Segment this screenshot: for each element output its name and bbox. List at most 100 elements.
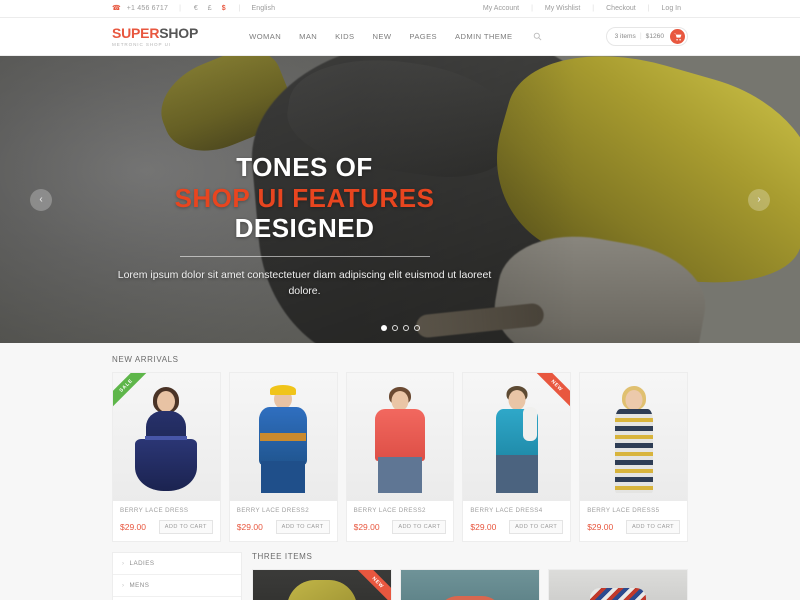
product-image[interactable] [549, 570, 687, 600]
bottom-section: › LADIES › MENS THREE ITEMS NEW [112, 542, 688, 600]
divider: | [179, 5, 181, 12]
cart-total: $1260 [645, 33, 664, 40]
carousel-dot-2[interactable] [391, 325, 398, 331]
product-name: BERRY LACE DRESS4 [470, 507, 543, 514]
hero-headline-line3: DESIGNED [234, 213, 375, 244]
logo-super: SUPER [112, 25, 160, 41]
divider: | [647, 5, 650, 12]
chevron-right-icon[interactable]: › [748, 188, 770, 211]
add-to-cart-button[interactable]: ADD TO CART [625, 520, 680, 534]
product-name: BERRY LACE DRESS2 [236, 507, 310, 514]
nav-item-woman[interactable]: WOMAN [240, 32, 290, 41]
product-info: BERRY LACE DRESS $29.00 ADD TO CART [113, 501, 220, 541]
hero-headline-line2: SHOP UI FEATURES [174, 182, 435, 213]
cart-item-count: 3 items [614, 33, 636, 40]
product-name: BERRY LACE DRESS [120, 507, 189, 514]
nav-item-man[interactable]: MAN [290, 32, 326, 41]
search-icon[interactable] [533, 32, 542, 41]
product-image[interactable] [463, 373, 571, 501]
main-navigation: WOMAN MAN KIDS NEW PAGES ADMIN THEME [240, 32, 542, 41]
nav-item-new[interactable]: NEW [364, 32, 401, 41]
top-bar-links: My Account | My Wishlist | Checkout | Lo… [476, 5, 688, 12]
product-card[interactable] [400, 569, 540, 600]
product-card[interactable]: NEW BERRY LACE DRESS4 $29.00 ADD TO CART [462, 372, 572, 542]
carousel-dot-1[interactable] [380, 325, 387, 331]
new-arrivals-grid: SALE BERRY LACE DRESS $29.00 ADD TO CART [112, 372, 688, 542]
currency-gbp[interactable]: £ [208, 5, 212, 12]
nav-item-admin-theme[interactable]: ADMIN THEME [446, 32, 521, 41]
divider: | [531, 5, 533, 12]
product-card[interactable] [548, 569, 688, 600]
logo-subtitle: METRONIC SHOP UI [112, 42, 171, 47]
nav-item-pages[interactable]: PAGES [400, 32, 446, 41]
logo[interactable]: SUPERSHOP METRONIC SHOP UI [112, 26, 198, 47]
product-card[interactable]: BERRY LACE DRESS2 $29.00 ADD TO CART [345, 372, 455, 542]
product-card[interactable]: BERRY LACE DRESS5 $29.00 ADD TO CART [579, 372, 688, 542]
product-name: BERRY LACE DRESS5 [587, 507, 660, 514]
new-arrivals-title: NEW ARRIVALS [112, 355, 179, 364]
product-image[interactable] [113, 373, 220, 501]
hero-subtitle: Lorem ipsum dolor sit amet constectetuer… [117, 269, 492, 297]
hero-content: TONES OF SHOP UI FEATURES DESIGNED Lorem… [112, 152, 497, 300]
product-price: $29.00 [120, 522, 146, 532]
logo-shop: SHOP [159, 25, 199, 41]
product-image[interactable] [580, 373, 687, 501]
add-to-cart-button[interactable]: ADD TO CART [509, 520, 564, 534]
product-price: $29.00 [236, 522, 263, 532]
product-card[interactable]: NEW [252, 569, 392, 600]
product-info: BERRY LACE DRESS4 $29.00 ADD TO CART [463, 501, 570, 541]
product-info: BERRY LACE DRESS2 $29.00 ADD TO CART [230, 501, 337, 541]
sidebar-item-ladies[interactable]: › LADIES [113, 553, 241, 575]
link-my-wishlist[interactable]: My Wishlist [538, 5, 587, 12]
logo-text: SUPERSHOP [112, 26, 198, 40]
currency-eur[interactable]: € [194, 5, 198, 12]
sidebar-item-label: LADIES [129, 560, 155, 567]
product-price: $29.00 [587, 522, 614, 532]
three-items-grid: NEW [252, 569, 688, 600]
product-info: BERRY LACE DRESS5 $29.00 ADD TO CART [580, 501, 687, 541]
phone-number: +1 456 6717 [126, 5, 169, 12]
sidebar-item-mens[interactable]: › MENS [113, 575, 241, 597]
three-items-section: THREE ITEMS NEW [252, 552, 688, 600]
product-info: BERRY LACE DRESS2 $29.00 ADD TO CART [347, 501, 454, 541]
top-bar-left: ☎ +1 456 6717 | € £ $ | English [112, 5, 275, 12]
add-to-cart-button[interactable]: ADD TO CART [275, 520, 330, 534]
product-image[interactable] [229, 373, 337, 501]
language-selector[interactable]: English [251, 5, 275, 12]
sidebar-item-label: MENS [129, 582, 150, 589]
carousel-dots [0, 325, 800, 331]
category-sidebar: › LADIES › MENS [112, 552, 242, 600]
product-price: $29.00 [353, 522, 380, 532]
cart-area: 3 items | $1260 [605, 27, 688, 46]
site-header: SUPERSHOP METRONIC SHOP UI WOMAN MAN KID… [0, 18, 800, 56]
product-price: $29.00 [470, 522, 497, 532]
product-card[interactable]: BERRY LACE DRESS2 $29.00 ADD TO CART [228, 372, 338, 542]
carousel-dot-4[interactable] [413, 325, 420, 331]
currency-usd[interactable]: $ [222, 5, 226, 12]
link-my-account[interactable]: My Account [476, 5, 526, 12]
add-to-cart-button[interactable]: ADD TO CART [158, 520, 213, 534]
divider: | [238, 5, 241, 12]
phone-icon: ☎ [112, 5, 121, 12]
divider: | [639, 33, 642, 40]
three-items-title: THREE ITEMS [252, 552, 313, 561]
link-checkout[interactable]: Checkout [599, 5, 643, 12]
hero-carousel: TONES OF SHOP UI FEATURES DESIGNED Lorem… [0, 56, 800, 343]
product-name: BERRY LACE DRESS2 [353, 507, 426, 514]
chevron-right-icon: › [122, 560, 125, 567]
hero-divider [179, 256, 430, 258]
top-bar: ☎ +1 456 6717 | € £ $ | English My Accou… [0, 0, 800, 18]
add-to-cart-button[interactable]: ADD TO CART [392, 520, 447, 534]
chevron-left-icon[interactable]: ‹ [30, 188, 52, 211]
hero-headline-line1: TONES OF [236, 152, 373, 182]
carousel-dot-3[interactable] [402, 325, 409, 331]
cart-summary[interactable]: 3 items | $1260 [605, 27, 688, 46]
main-content: NEW ARRIVALS SALE BERRY LACE DRESS $29.0… [0, 343, 800, 600]
link-log-in[interactable]: Log In [655, 5, 688, 12]
product-image[interactable] [401, 570, 539, 600]
shopping-cart-icon[interactable] [670, 29, 685, 44]
chevron-right-icon: › [122, 582, 125, 589]
nav-item-kids[interactable]: KIDS [326, 32, 363, 41]
product-image[interactable] [346, 373, 454, 501]
product-card[interactable]: SALE BERRY LACE DRESS $29.00 ADD TO CART [112, 372, 221, 542]
